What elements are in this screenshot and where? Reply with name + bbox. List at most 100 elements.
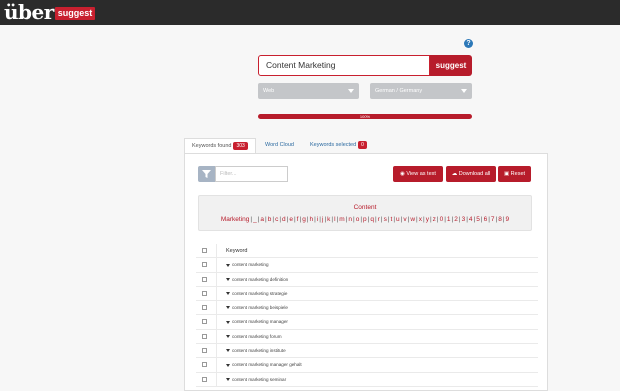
alphabet-link[interactable]: l	[334, 216, 335, 223]
alphabet-link[interactable]: d	[282, 216, 286, 223]
alphabet-link[interactable]: 3	[462, 216, 466, 223]
alphabet-link[interactable]: 8	[498, 216, 502, 223]
alphabet-link[interactable]: e	[289, 216, 293, 223]
table-row[interactable]: content marketing	[196, 258, 538, 273]
row-checkbox[interactable]	[202, 305, 207, 311]
keyword-text: content marketing strategie	[232, 290, 288, 296]
alphabet-link[interactable]: 7	[491, 216, 495, 223]
keyword-cell[interactable]: content marketing manager gehalt	[226, 358, 302, 372]
expand-caret-icon	[226, 292, 230, 296]
result-tabs: Keywords found 303 Word Cloud Keywords se…	[184, 138, 548, 154]
alphabet-link[interactable]: 2	[454, 216, 458, 223]
column-divider	[216, 258, 217, 272]
alphabet-link[interactable]: v	[403, 216, 406, 223]
alphabet-filter: Content Marketing|_|a|b|c|d|e|f|g|h|i|j|…	[198, 195, 532, 231]
alphabet-separator: |	[375, 216, 377, 223]
row-checkbox[interactable]	[202, 348, 207, 354]
alphabet-link[interactable]: o	[356, 216, 360, 223]
view-as-text-button[interactable]: ◉ View as text	[393, 166, 443, 182]
alphabet-link[interactable]: _	[253, 216, 257, 223]
alphabet-separator: |	[466, 216, 468, 223]
alphabet-separator: |	[393, 216, 396, 223]
alphabet-separator: |	[444, 216, 446, 223]
alphabet-link[interactable]: w	[410, 216, 415, 223]
ubersuggest-logo[interactable]: über suggest	[4, 2, 96, 22]
tab-keywords-found[interactable]: Keywords found 303	[184, 138, 256, 154]
filter-input[interactable]: Filter...	[215, 166, 288, 182]
alphabet-link[interactable]: z	[433, 216, 436, 223]
expand-caret-icon	[226, 363, 230, 367]
language-select[interactable]: German / Germany	[370, 83, 472, 99]
help-icon[interactable]: ?	[464, 39, 473, 48]
keyword-cell[interactable]: content marketing	[226, 258, 269, 272]
table-row[interactable]: content marketing seminar	[196, 372, 538, 387]
alphabet-link[interactable]: 6	[484, 216, 488, 223]
row-checkbox[interactable]	[202, 319, 207, 325]
alphabet-link[interactable]: 1	[447, 216, 451, 223]
alphabet-separator: |	[319, 216, 321, 223]
alphabet-link[interactable]: r	[378, 216, 380, 223]
row-checkbox[interactable]	[202, 262, 207, 268]
alphabet-link[interactable]: y	[426, 216, 429, 223]
column-divider	[216, 344, 217, 358]
alphabet-link[interactable]: m	[339, 216, 344, 223]
table-row[interactable]: content marketing beispiele	[196, 301, 538, 316]
reset-button[interactable]: ▣ Reset	[498, 166, 531, 182]
trash-icon: ▣	[503, 171, 511, 177]
column-divider	[216, 301, 217, 315]
alphabet-separator: |	[360, 216, 363, 223]
download-all-label: Download all	[458, 171, 491, 177]
keyword-cell[interactable]: content marketing beispiele	[226, 301, 288, 315]
table-row[interactable]: content marketing forum	[196, 329, 538, 345]
alphabet-link[interactable]: 5	[476, 216, 480, 223]
select-all-checkbox[interactable]	[202, 248, 207, 253]
keyword-cell[interactable]: content marketing forum	[226, 330, 282, 344]
table-row[interactable]: content marketing manager	[196, 315, 538, 330]
alphabet-link[interactable]: a	[260, 216, 264, 223]
row-checkbox[interactable]	[202, 376, 207, 382]
tab-keywords-selected[interactable]: Keywords selected 0	[303, 138, 374, 154]
alphabet-separator: |	[458, 216, 461, 223]
keyword-cell[interactable]: content marketing definition	[226, 273, 288, 287]
alphabet-link[interactable]: s	[384, 216, 387, 223]
keyword-cell[interactable]: content marketing institute	[226, 344, 286, 358]
row-checkbox[interactable]	[202, 333, 207, 339]
alphabet-separator: |	[279, 216, 282, 223]
alphabet-link[interactable]: q	[370, 216, 374, 223]
alphabet-separator: |	[416, 216, 418, 223]
alphabet-link[interactable]: u	[396, 216, 400, 223]
alphabet-link[interactable]: c	[275, 216, 278, 223]
row-checkbox[interactable]	[202, 362, 207, 368]
row-checkbox[interactable]	[202, 290, 207, 296]
keyword-cell[interactable]: content marketing seminar	[226, 373, 286, 387]
alphabet-link[interactable]: 4	[469, 216, 473, 223]
keyword-cell[interactable]: content marketing strategie	[226, 287, 287, 301]
filter-button[interactable]	[198, 166, 215, 182]
tab-word-cloud[interactable]: Word Cloud	[258, 138, 301, 154]
alphabet-link[interactable]: 9	[506, 216, 510, 223]
alphabet-link[interactable]: n	[348, 216, 352, 223]
table-row[interactable]: content marketing definition	[196, 272, 538, 287]
alphabet-separator: |	[436, 216, 439, 223]
alphabet-separator: |	[380, 216, 383, 223]
alphabet-link[interactable]: b	[268, 216, 272, 223]
suggest-button[interactable]: suggest	[430, 55, 472, 76]
source-select[interactable]: Web	[258, 83, 359, 99]
search-input[interactable]: Content Marketing	[258, 55, 430, 76]
keyword-cell[interactable]: content marketing manager	[226, 315, 288, 329]
alphabet-link[interactable]: x	[419, 216, 422, 223]
download-all-button[interactable]: ☁ Download all	[446, 166, 496, 182]
keyword-text: content marketing definition	[232, 276, 289, 282]
table-row[interactable]: content marketing institute	[196, 344, 538, 359]
table-row[interactable]: content marketing strategie	[196, 286, 538, 302]
keyword-text: content marketing institute	[232, 348, 286, 354]
cloud-download-icon: ☁	[451, 171, 459, 177]
alphabet-link[interactable]: p	[363, 216, 367, 223]
top-bar: über suggest	[0, 0, 620, 25]
alphabet-link[interactable]: k	[327, 216, 330, 223]
alphabet-link[interactable]: h	[310, 216, 314, 223]
row-checkbox[interactable]	[202, 276, 207, 282]
alphabet-link[interactable]: 0	[440, 216, 444, 223]
alphabet-link[interactable]: g	[302, 216, 306, 223]
table-row[interactable]: content marketing manager gehalt	[196, 358, 538, 373]
